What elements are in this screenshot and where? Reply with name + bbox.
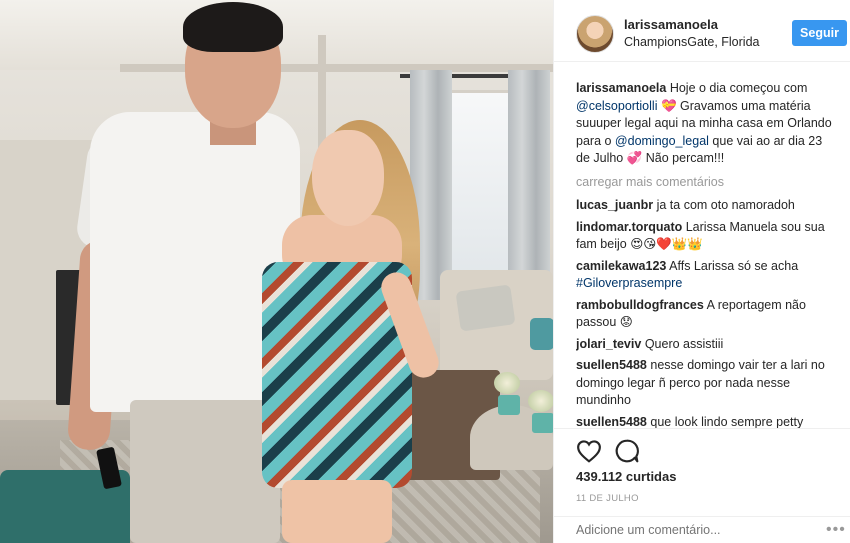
- woman-legs: [282, 480, 392, 543]
- post-location[interactable]: ChampionsGate, Florida: [624, 35, 759, 49]
- comment-text: que look lindo sempre petty: [650, 414, 804, 429]
- list-item: lucas_juanbr ja ta com oto namoradoh: [576, 197, 838, 215]
- photo-curtain: [508, 70, 550, 300]
- photo-vase: [532, 413, 553, 433]
- caption: larissamanoela Hoje o dia começou com @c…: [576, 80, 838, 168]
- comments-list: larissamanoela Hoje o dia começou com @c…: [576, 80, 838, 430]
- photo-flowers: [528, 390, 553, 412]
- likes-count[interactable]: 439.112 curtidas: [576, 469, 676, 484]
- more-options-icon[interactable]: •••: [826, 521, 846, 539]
- comment-username[interactable]: lindomar.torquato: [576, 220, 682, 234]
- add-comment-input[interactable]: [576, 523, 796, 537]
- photo-pillow: [455, 284, 516, 332]
- photo-vase: [498, 395, 520, 415]
- photo-flowers: [494, 372, 520, 394]
- post-photo[interactable]: [0, 0, 553, 543]
- comment-text: Affs Larissa só se acha: [669, 258, 799, 273]
- post-date: 11 DE JULHO: [576, 493, 639, 504]
- caption-mention[interactable]: @celsoportiolli: [576, 99, 657, 113]
- list-item: lindomar.torquato Larissa Manuela sou su…: [576, 219, 838, 254]
- caption-text: Hoje o dia começou com: [669, 81, 808, 95]
- post-username[interactable]: larissamanoela: [624, 17, 718, 32]
- post-header: larissamanoela ChampionsGate, Florida Se…: [554, 0, 850, 62]
- woman-face: [312, 130, 384, 226]
- list-item: suellen5488 nesse domingo vair ter a lar…: [576, 357, 838, 410]
- list-item: camilekawa123 Affs Larissa só se acha #G…: [576, 258, 838, 293]
- comment-username[interactable]: rambobulldogfrances: [576, 298, 704, 312]
- man-pants: [130, 400, 280, 543]
- photo-pillow: [530, 318, 553, 350]
- list-item: rambobulldogfrances A reportagem não pas…: [576, 297, 838, 332]
- comment-username[interactable]: jolari_teviv: [576, 337, 641, 351]
- comment-hashtag[interactable]: #Giloverprasempre: [576, 276, 682, 290]
- avatar[interactable]: [576, 15, 614, 53]
- comment-icon[interactable]: [614, 438, 640, 464]
- comment-text: Quero assistiii: [644, 336, 724, 351]
- comment-username[interactable]: lucas_juanbr: [576, 198, 653, 212]
- load-more-comments[interactable]: carregar mais comentários: [576, 174, 838, 192]
- caption-username[interactable]: larissamanoela: [576, 81, 666, 95]
- heart-icon[interactable]: [576, 439, 602, 463]
- follow-button[interactable]: Seguir: [792, 20, 847, 46]
- comment-username[interactable]: camilekawa123: [576, 259, 666, 273]
- man-hair: [183, 2, 283, 52]
- post-actions: [554, 428, 850, 468]
- list-item: jolari_teviv Quero assistiii: [576, 336, 838, 354]
- add-comment-bar: •••: [554, 516, 850, 543]
- post-sidebar: larissamanoela ChampionsGate, Florida Se…: [553, 0, 850, 543]
- comment-username[interactable]: suellen5488: [576, 415, 647, 429]
- caption-mention[interactable]: @domingo_legal: [615, 134, 709, 148]
- comment-text: ja ta com oto namoradoh: [656, 198, 795, 212]
- comment-username[interactable]: suellen5488: [576, 358, 647, 372]
